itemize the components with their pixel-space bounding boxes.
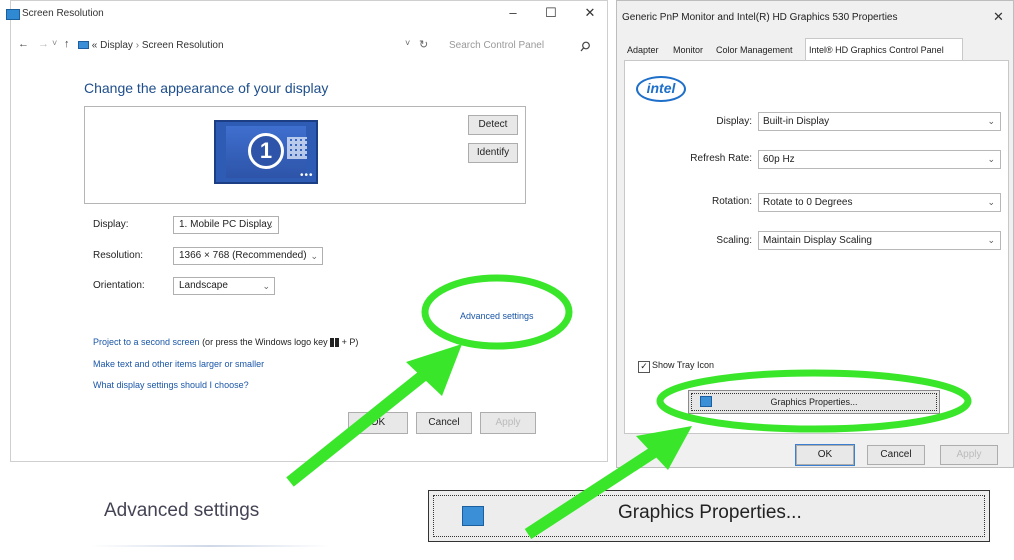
highlight-arrow — [524, 442, 664, 540]
highlight-ellipse — [656, 369, 972, 433]
annotation-overlay — [286, 274, 972, 540]
highlight-arrow — [286, 365, 434, 487]
highlight-ellipse — [421, 274, 573, 350]
